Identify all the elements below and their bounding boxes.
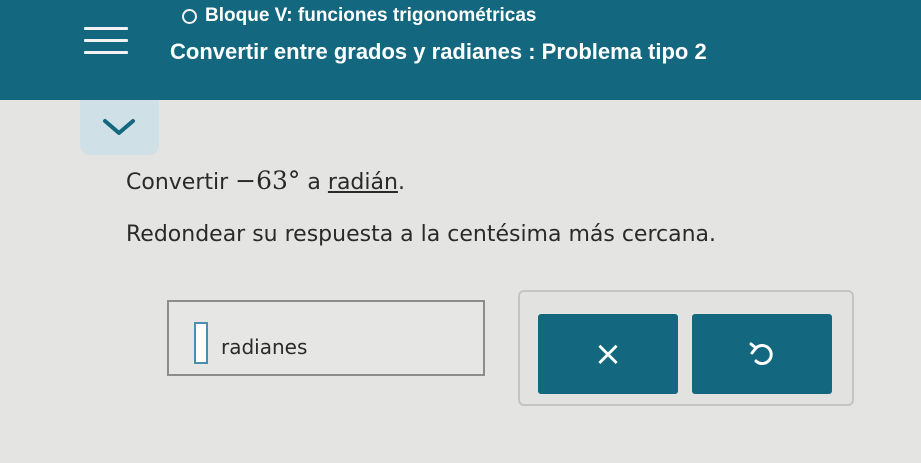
question-end: . (397, 170, 405, 195)
close-icon: × (593, 334, 623, 374)
answer-unit-label: radianes (221, 335, 308, 359)
page-title: Convertir entre grados y radianes : Prob… (170, 39, 707, 64)
radian-link[interactable]: radián (328, 170, 398, 195)
question-connector: a (307, 170, 321, 195)
degree-value: −63° (235, 166, 301, 195)
undo-button[interactable] (692, 314, 832, 394)
progress-circle-icon (182, 9, 197, 24)
answer-area: radianes (167, 300, 485, 376)
menu-icon[interactable] (84, 27, 128, 57)
undo-icon (749, 342, 773, 365)
topic-title: Bloque V: funciones trigonométricas (205, 5, 537, 26)
header-bar: Bloque V: funciones trigonométricas Conv… (0, 0, 921, 100)
question-text: Convertir −63° a radián. (126, 166, 405, 195)
question-prefix: Convertir (126, 170, 229, 195)
clear-button[interactable]: × (538, 314, 678, 394)
answer-input[interactable] (194, 322, 208, 364)
rounding-instruction: Redondear su respuesta a la centésima má… (126, 222, 717, 247)
collapse-toggle[interactable] (80, 100, 159, 155)
chevron-down-icon (103, 119, 135, 135)
action-panel: × (518, 290, 854, 406)
